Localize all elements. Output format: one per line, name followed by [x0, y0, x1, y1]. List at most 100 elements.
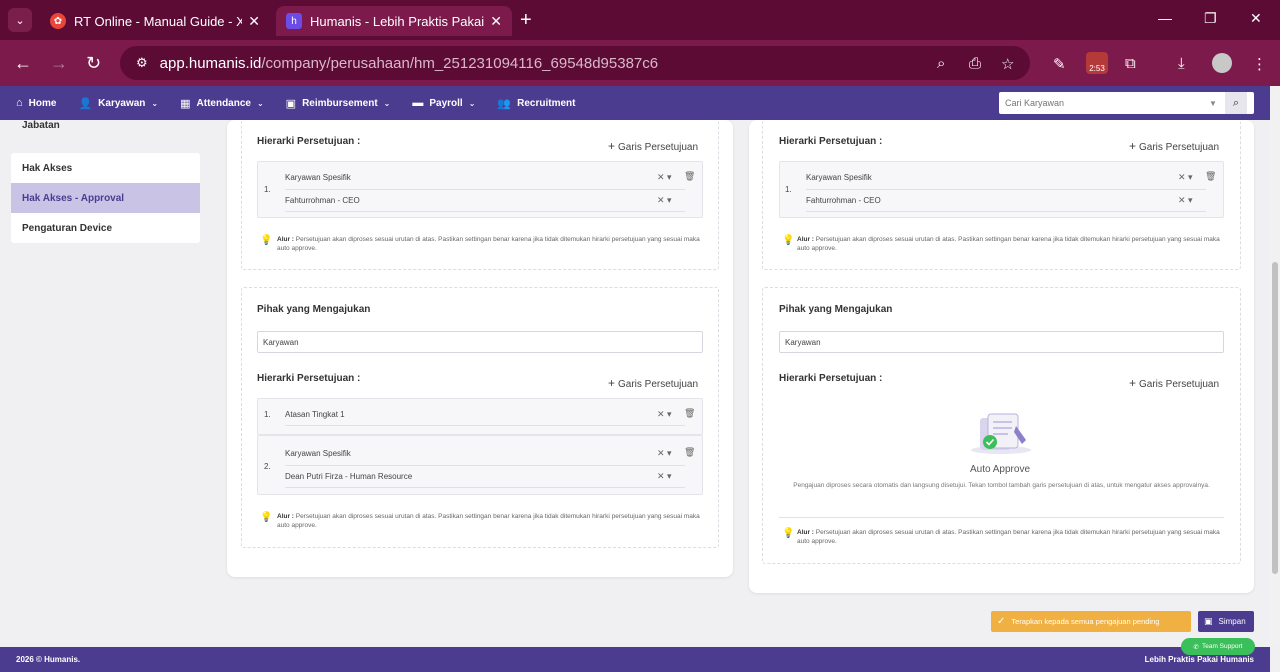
feather-extension-icon[interactable]: ✎ [1053, 55, 1066, 73]
new-tab-icon[interactable]: + [520, 9, 532, 32]
add-approval-line-button[interactable]: + Garis Persetujuan [1129, 139, 1219, 153]
reload-icon[interactable]: ↻ [86, 53, 101, 74]
hierarki-heading: Hierarki Persetujuan : [257, 373, 361, 384]
nav-karyawan[interactable]: 👤 Karyawan ⌄ [78, 97, 158, 110]
save-icon: ▣ [1204, 616, 1213, 626]
nav-label: Home [28, 97, 57, 109]
divider [806, 189, 1206, 190]
save-button[interactable]: ▣ Simpan [1198, 611, 1254, 632]
clear-select-icon[interactable]: ✕ ▾ [657, 471, 672, 482]
divider [285, 211, 685, 212]
apply-to-pending-button[interactable]: ✓ Terapkan kepada semua pengajuan pending [991, 611, 1191, 632]
team-support-button[interactable]: ✆ Team Support [1181, 638, 1255, 655]
tab-search-button[interactable]: ⌄ [8, 8, 32, 32]
nav-label: Karyawan [98, 97, 146, 109]
pihak-select[interactable]: Karyawan [257, 331, 703, 353]
browser-tab-rt-online[interactable]: ✿ RT Online - Manual Guide - Xm ✕ [40, 6, 270, 36]
chevron-down-icon: ⌄ [468, 98, 476, 108]
nav-home[interactable]: ⌂ Home [16, 97, 56, 109]
nav-label: Recruitment [517, 97, 576, 109]
sidebar-item-jabatan[interactable]: Jabatan [11, 120, 200, 134]
dropdown-caret-icon[interactable]: ▼ [1209, 99, 1217, 108]
flow-note: Alur : Persetujuan akan diproses sesuai … [277, 235, 703, 253]
download-icon[interactable]: ⤓ [1178, 55, 1185, 72]
url-field[interactable]: ⚙ app.humanis.id /company/perusahaan/hm_… [120, 46, 1030, 80]
pihak-select[interactable]: Karyawan [779, 331, 1224, 353]
approver-type-select[interactable]: Karyawan Spesifik [806, 173, 872, 182]
timer-extension-badge[interactable]: 2:53 [1086, 52, 1108, 74]
hierarki-heading: Hierarki Persetujuan : [779, 136, 883, 147]
scrollbar-thumb[interactable] [1272, 262, 1278, 574]
nav-attendance[interactable]: ▦ Attendance ⌄ [180, 97, 264, 110]
plus-icon: + [608, 376, 616, 390]
nav-recruitment[interactable]: 👥 Recruitment [497, 97, 575, 110]
flow-note: Alur : Persetujuan akan diproses sesuai … [797, 235, 1225, 253]
back-icon[interactable]: ← [14, 53, 32, 74]
approver-person-select[interactable]: Fahturrohman - CEO [806, 196, 881, 205]
lightbulb-icon: 💡 [782, 235, 795, 246]
clear-select-icon[interactable]: ✕ ▾ [657, 448, 672, 459]
bookmark-star-icon[interactable]: ☆ [1001, 55, 1014, 73]
sidebar-item-pengaturan-device[interactable]: Pengaturan Device [11, 213, 200, 243]
sidebar-item-hak-akses[interactable]: Hak Akses [11, 153, 200, 183]
footer-copyright: 2026 © Humanis. [16, 655, 81, 664]
trash-icon[interactable]: 🗑 [684, 447, 695, 458]
nav-label: Payroll [429, 97, 463, 109]
sidebar-item-hak-akses-approval[interactable]: Hak Akses - Approval [11, 183, 200, 213]
approver-person-select[interactable]: Fahturrohman - CEO [285, 196, 360, 205]
employee-search-input[interactable] [999, 98, 1209, 108]
user-check-icon: 👤 [78, 97, 93, 110]
close-icon[interactable]: ✕ [490, 13, 502, 30]
clear-select-icon[interactable]: ✕ ▾ [657, 409, 672, 420]
search-icon[interactable]: ⌕ [1224, 92, 1247, 114]
pihak-heading: Pihak yang Mengajukan [257, 304, 371, 315]
minimize-icon[interactable]: — [1158, 10, 1172, 26]
note-text: Persetujuan akan diproses sesuai urutan … [277, 236, 700, 252]
add-line-label: Garis Persetujuan [1139, 142, 1220, 153]
approver-type-select[interactable]: Karyawan Spesifik [285, 173, 351, 182]
nav-payroll[interactable]: ▬ Payroll ⌄ [412, 97, 475, 109]
page-scrollbar[interactable] [1270, 86, 1280, 646]
divider [285, 487, 685, 488]
clear-select-icon[interactable]: ✕ ▾ [1178, 195, 1193, 206]
site-settings-icon[interactable]: ⚙ [136, 55, 148, 71]
row-number: 1. [264, 185, 271, 194]
tab-title: RT Online - Manual Guide - Xm [74, 13, 243, 29]
browser-menu-icon[interactable]: ⋮ [1252, 55, 1267, 73]
zoom-icon[interactable]: ⌕ [937, 55, 945, 72]
nav-reimbursement[interactable]: ▣ Reimbursement ⌄ [286, 97, 391, 110]
approver-type-select[interactable]: Atasan Tingkat 1 [285, 410, 345, 419]
add-line-label: Garis Persetujuan [618, 379, 699, 390]
divider [779, 517, 1224, 518]
trash-icon[interactable]: 🗑 [1205, 171, 1216, 182]
chevron-down-icon: ⌄ [256, 98, 264, 108]
nav-label: Reimbursement [302, 97, 378, 109]
note-label: Alur : [277, 236, 294, 243]
install-app-icon[interactable]: ⎙ [969, 55, 981, 72]
humanis-favicon-icon: h [286, 13, 302, 29]
trash-icon[interactable]: 🗑 [684, 408, 695, 419]
forward-icon[interactable]: → [50, 53, 68, 74]
note-label: Alur : [797, 529, 814, 536]
check-icon: ✓ [997, 616, 1006, 627]
home-icon: ⌂ [16, 97, 23, 109]
browser-tab-humanis[interactable]: h Humanis - Lebih Praktis Pakai H ✕ [276, 6, 512, 36]
trash-icon[interactable]: 🗑 [684, 171, 695, 182]
window-close-icon[interactable]: ✕ [1250, 10, 1262, 27]
close-icon[interactable]: ✕ [248, 13, 260, 30]
profile-avatar[interactable] [1212, 53, 1232, 73]
approver-type-select[interactable]: Karyawan Spesifik [285, 449, 351, 458]
clear-select-icon[interactable]: ✕ ▾ [657, 172, 672, 183]
plus-icon: + [1129, 139, 1137, 153]
add-approval-line-button[interactable]: + Garis Persetujuan [1129, 376, 1219, 390]
clear-select-icon[interactable]: ✕ ▾ [657, 195, 672, 206]
extensions-icon[interactable]: ⧉ [1125, 55, 1136, 72]
approver-person-select[interactable]: Dean Putri Firza - Human Resource [285, 472, 412, 481]
divider [285, 189, 685, 190]
note-text: Persetujuan akan diproses sesuai urutan … [797, 529, 1220, 545]
add-approval-line-button[interactable]: + Garis Persetujuan [608, 139, 698, 153]
add-approval-line-button[interactable]: + Garis Persetujuan [608, 376, 698, 390]
hierarki-heading: Hierarki Persetujuan : [779, 373, 883, 384]
restore-icon[interactable]: ❐ [1204, 10, 1217, 27]
clear-select-icon[interactable]: ✕ ▾ [1178, 172, 1193, 183]
